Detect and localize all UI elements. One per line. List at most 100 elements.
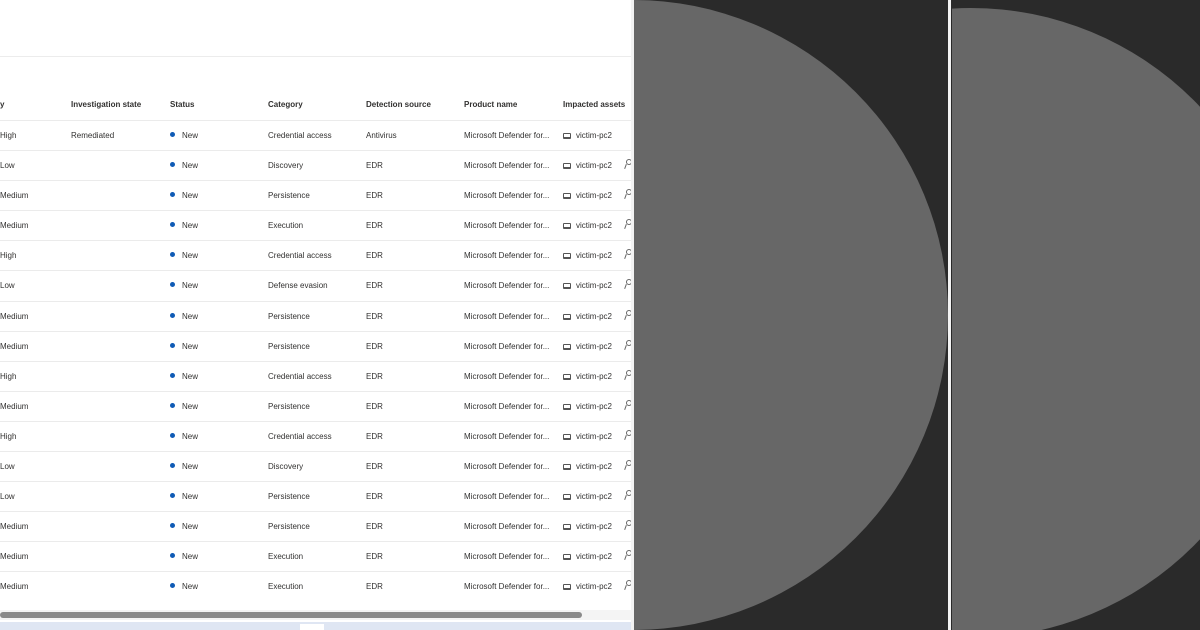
status-cell: New: [170, 372, 198, 381]
status-dot-icon: [170, 312, 175, 318]
impacted-assets-cell[interactable]: victim-pc2: [563, 312, 612, 321]
column-impacted-assets[interactable]: Impacted assets: [563, 100, 625, 109]
table-row[interactable]: Low New Discovery EDR Microsoft Defender for…: [0, 150, 632, 180]
product-name-cell: Microsoft Defender for...: [464, 522, 550, 532]
status-text: New: [182, 251, 199, 261]
laptop-icon: [563, 133, 571, 139]
product-name-cell: Microsoft Defender for...: [464, 462, 550, 472]
impacted-assets-cell[interactable]: victim-pc2: [563, 161, 612, 170]
status-text: New: [182, 492, 199, 502]
impacted-assets-cell[interactable]: victim-pc2: [563, 492, 612, 501]
bottom-strip-marker: [300, 624, 324, 630]
impacted-assets-cell[interactable]: victim-pc2: [563, 522, 612, 531]
laptop-icon: [563, 163, 571, 170]
laptop-icon: [563, 193, 571, 200]
product-name-cell: Microsoft Defender for...: [464, 401, 550, 411]
table-row[interactable]: Medium New Persistence EDR Microsoft Defende…: [0, 180, 632, 210]
severity-cell: Low: [0, 161, 15, 171]
detection-source-cell: EDR: [366, 582, 383, 592]
laptop-icon: [563, 584, 571, 591]
impacted-assets-cell[interactable]: victim-pc2: [563, 221, 612, 230]
category-cell: Execution: [268, 582, 304, 592]
table-row[interactable]: High New Credential access EDR Microsoft Def…: [0, 420, 632, 451]
impacted-assets-cell[interactable]: victim-pc2: [563, 131, 612, 140]
impacted-assets-cell[interactable]: victim-pc2: [563, 432, 612, 441]
status-dot-icon: [170, 432, 175, 438]
product-name-cell: Microsoft Defender for...: [464, 582, 550, 592]
status-dot-icon: [170, 553, 175, 559]
investigation-state-cell: Remediated: [71, 131, 115, 140]
impacted-assets-cell[interactable]: victim-pc2: [563, 251, 612, 260]
detection-source-cell: EDR: [366, 251, 383, 261]
category-cell: Persistence: [268, 522, 310, 532]
table-row[interactable]: Medium New Execution EDR Microsoft Defender …: [0, 210, 632, 240]
laptop-icon: [563, 373, 571, 380]
column-status[interactable]: Status: [170, 100, 194, 109]
status-dot-icon: [170, 523, 175, 529]
column-product-name[interactable]: Product name: [464, 100, 517, 109]
half-circle-shape: [952, 8, 1200, 630]
status-dot-icon: [170, 192, 175, 198]
laptop-icon: [563, 343, 571, 350]
laptop-icon: [563, 313, 571, 320]
severity-cell: Medium: [0, 552, 29, 562]
severity-cell: Medium: [0, 221, 29, 231]
asset-name: victim-pc2: [576, 281, 613, 291]
asset-name: victim-pc2: [576, 371, 613, 381]
category-cell: Credential access: [268, 431, 332, 441]
table-row[interactable]: Medium New Persistence EDR Microsoft Defende…: [0, 330, 632, 361]
table-row[interactable]: Medium New Execution EDR Microsoft Defender …: [0, 541, 632, 571]
impacted-assets-cell[interactable]: victim-pc2: [563, 582, 612, 591]
severity-cell: Low: [0, 492, 15, 502]
asset-name: victim-pc2: [576, 191, 613, 201]
alerts-screenshot-panel: y Investigation state Status Category De…: [0, 0, 632, 630]
status-dot-icon: [170, 252, 175, 258]
table-row[interactable]: High New Credential access EDR Microsoft Def…: [0, 240, 632, 270]
severity-cell: Medium: [0, 341, 29, 351]
product-name-cell: Microsoft Defender for...: [464, 552, 550, 562]
table-row[interactable]: Low New Persistence EDR Microsoft Defender f…: [0, 481, 632, 511]
column-investigation-state[interactable]: Investigation state: [71, 100, 141, 109]
table-row[interactable]: Low New Discovery EDR Microsoft Defender for…: [0, 451, 632, 481]
status-text: New: [182, 582, 199, 592]
table-row[interactable]: Medium New Persistence EDR Microsoft Defende…: [0, 300, 632, 331]
table-row[interactable]: Medium New Execution EDR Microsoft Defender …: [0, 571, 632, 601]
table-row[interactable]: Medium New Persistence EDR Microsoft Defende…: [0, 390, 632, 421]
product-name-cell: Microsoft Defender for...: [464, 371, 550, 381]
status-cell: New: [170, 522, 198, 531]
horizontal-scrollbar-thumb[interactable]: [0, 612, 582, 618]
column-severity[interactable]: y: [0, 100, 4, 109]
table-row[interactable]: Medium New Persistence EDR Microsoft Defende…: [0, 511, 632, 541]
impacted-assets-cell[interactable]: victim-pc2: [563, 462, 612, 471]
status-text: New: [182, 161, 199, 171]
status-dot-icon: [170, 463, 175, 469]
status-cell: New: [170, 552, 198, 561]
table-row[interactable]: High Remediated New Credential access Antivi…: [0, 120, 632, 150]
status-text: New: [182, 552, 199, 562]
impacted-assets-cell[interactable]: victim-pc2: [563, 552, 612, 561]
status-cell: New: [170, 462, 198, 471]
table-row[interactable]: High New Credential access EDR Microsoft Def…: [0, 360, 632, 391]
table-row[interactable]: Low New Defense evasion EDR Microsoft Defend…: [0, 270, 632, 300]
status-dot-icon: [170, 282, 175, 288]
status-dot-icon: [170, 342, 175, 348]
laptop-icon: [563, 494, 571, 501]
product-name-cell: Microsoft Defender for...: [464, 161, 550, 171]
status-cell: New: [170, 402, 198, 411]
status-cell: New: [170, 191, 198, 200]
play-panel-right: [952, 0, 1200, 630]
severity-cell: Medium: [0, 311, 29, 321]
impacted-assets-cell[interactable]: victim-pc2: [563, 342, 612, 351]
status-cell: New: [170, 582, 198, 591]
column-detection-source[interactable]: Detection source: [366, 100, 431, 109]
severity-cell: Medium: [0, 191, 29, 201]
impacted-assets-cell[interactable]: victim-pc2: [563, 281, 612, 290]
status-cell: New: [170, 251, 198, 260]
impacted-assets-cell[interactable]: victim-pc2: [563, 372, 612, 381]
impacted-assets-cell[interactable]: victim-pc2: [563, 402, 612, 411]
impacted-assets-cell[interactable]: victim-pc2: [563, 191, 612, 200]
asset-name: victim-pc2: [576, 131, 613, 140]
column-category[interactable]: Category: [268, 100, 303, 109]
status-cell: New: [170, 281, 198, 290]
status-cell: New: [170, 131, 198, 140]
